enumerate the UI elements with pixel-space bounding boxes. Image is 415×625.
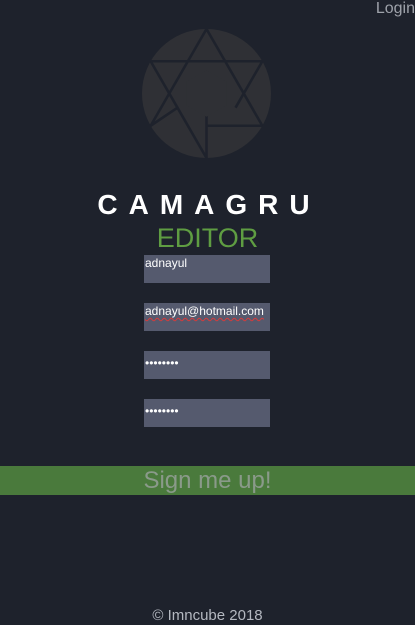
copyright-footer: © Imncube 2018 — [152, 607, 263, 624]
login-link[interactable]: Login — [376, 0, 415, 18]
password-field[interactable]: •••••••• — [144, 351, 270, 379]
sign-up-button[interactable]: Sign me up! — [0, 466, 415, 495]
app-title: CAMAGRU — [97, 189, 321, 220]
app-subtitle: EDITOR — [156, 223, 259, 253]
password-value: •••••••• — [145, 356, 179, 370]
email-value: adnayul@hotmail.com — [145, 304, 264, 318]
email-field[interactable]: adnayul@hotmail.com — [144, 303, 270, 331]
username-value: adnayul — [145, 256, 188, 270]
confirm-password-field[interactable]: •••••••• — [144, 399, 270, 427]
confirm-password-value: •••••••• — [145, 404, 179, 418]
camera-aperture-icon — [142, 29, 271, 158]
username-field[interactable]: adnayul — [144, 255, 270, 283]
